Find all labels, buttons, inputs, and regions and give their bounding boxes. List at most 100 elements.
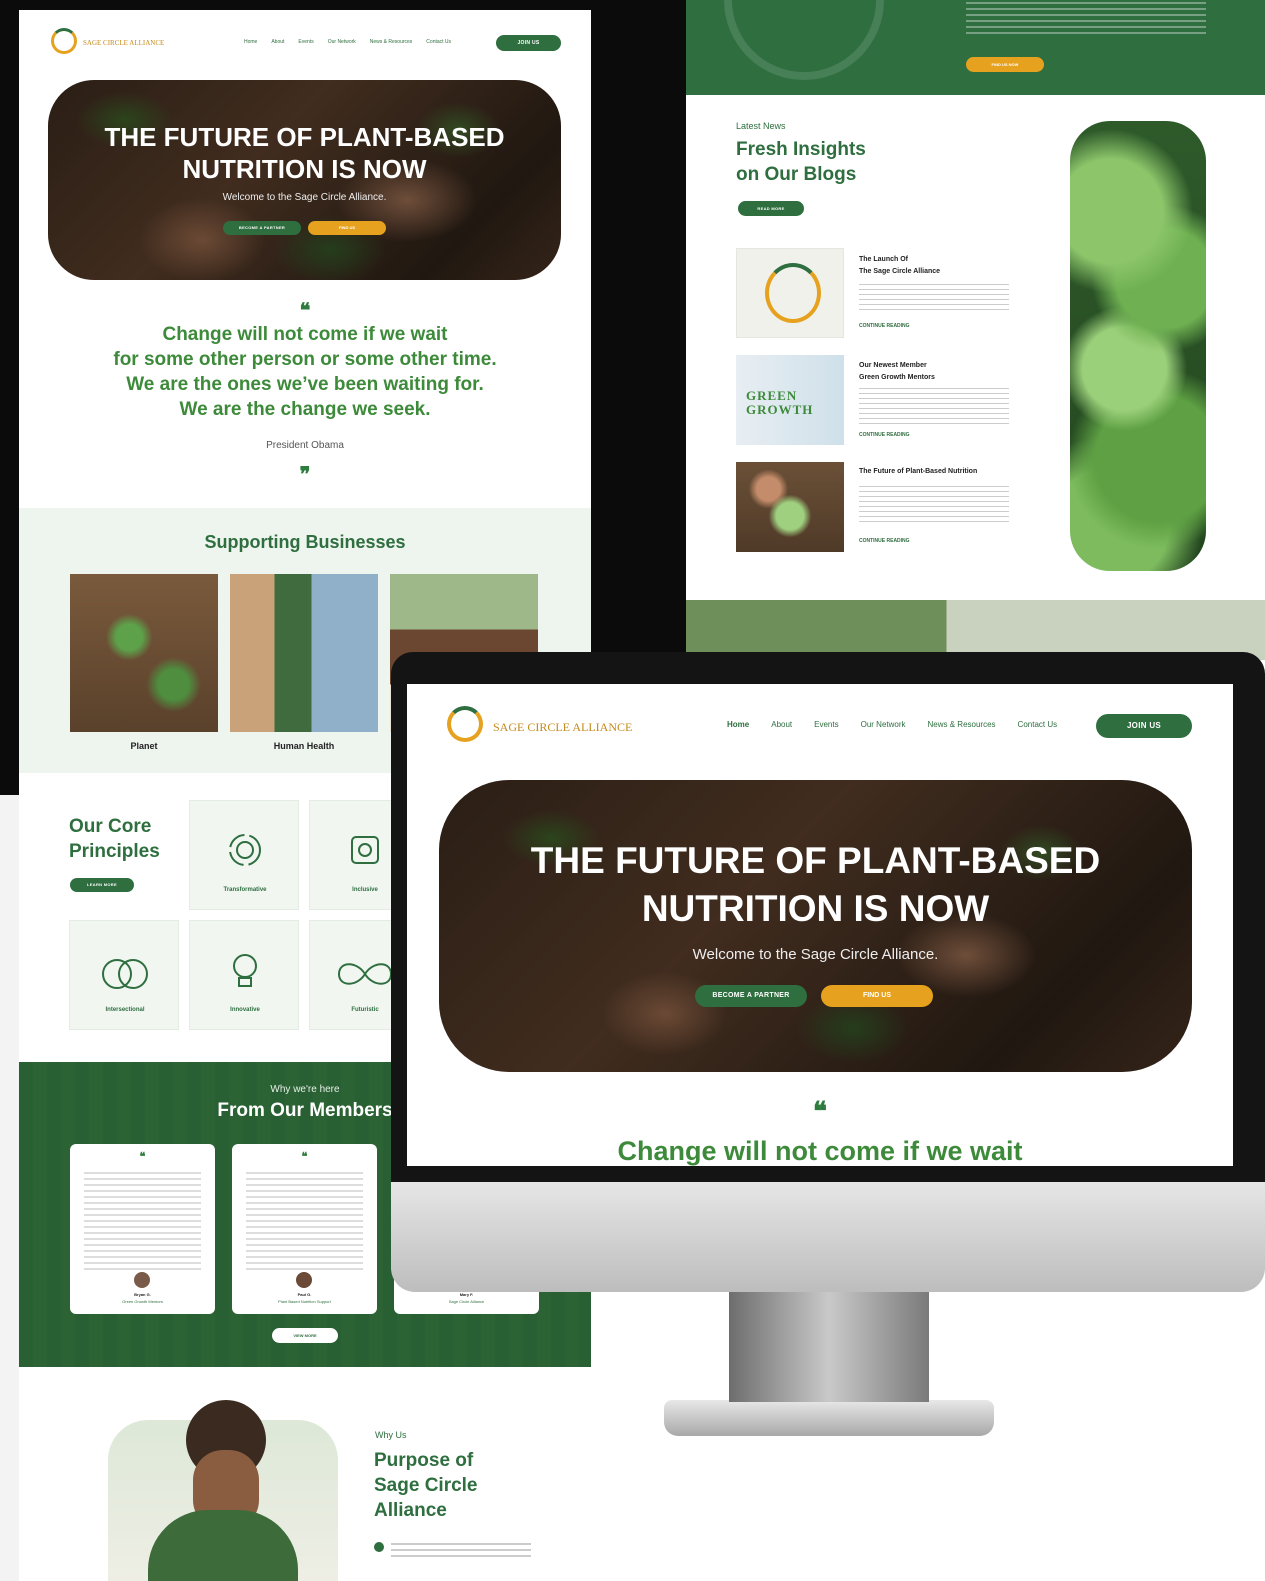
blog-title: Fresh Insights on Our Blogs [736, 137, 866, 187]
left-nav-about[interactable]: About [271, 39, 284, 45]
member-role: Sage Circle Alliance [448, 1299, 485, 1304]
brand-name[interactable]: SAGE CIRCLE ALLIANCE [493, 720, 632, 735]
left-nav-events[interactable]: Events [298, 39, 313, 45]
quote-open-icon: ❝ [813, 1096, 827, 1126]
hero: THE FUTURE OF PLANT-BASED NUTRITION IS N… [439, 780, 1192, 1072]
nav-contact[interactable]: Contact Us [1018, 720, 1058, 729]
nav-about[interactable]: About [771, 720, 792, 729]
post-1-link[interactable]: CONTINUE READING [859, 323, 910, 329]
check-icon [374, 1542, 384, 1552]
green-growth-logo: GREEN GROWTH [746, 388, 814, 417]
left-quote-close-icon: ❞ [299, 464, 311, 486]
monitor-base [664, 1400, 994, 1436]
post-3-link[interactable]: CONTINUE READING [859, 538, 910, 544]
hero-title-1: THE FUTURE OF PLANT-BASED [530, 840, 1101, 881]
monitor-chin [391, 1182, 1265, 1292]
left-quote-line-2: for some other person or some other time… [113, 349, 497, 370]
post-1-excerpt [859, 284, 1009, 314]
blog-read-more-button[interactable]: READ MORE [738, 201, 804, 216]
left-hero-subtitle: Welcome to the Sage Circle Alliance. [222, 192, 387, 203]
find-us-button[interactable]: FIND US [821, 985, 933, 1007]
left-quote-open-icon: ❝ [299, 300, 311, 322]
card-text-placeholder [246, 1172, 363, 1270]
member-card: ❝ Bryan G. Green Growth Mentors [70, 1144, 215, 1314]
quote-icon: ❝ [301, 1151, 308, 1163]
principle-transformative: Transformative [189, 800, 299, 910]
backdrop-light [0, 795, 20, 1581]
why-us-title-3: Alliance [374, 1500, 447, 1521]
join-button[interactable]: JOIN US [1096, 714, 1192, 738]
left-find-button[interactable]: FIND US [308, 221, 386, 235]
why-us-text-placeholder [391, 1543, 531, 1561]
principle-label: Innovative [230, 1007, 260, 1013]
become-partner-button[interactable]: BECOME A PARTNER [695, 985, 807, 1007]
post-1-title: The Launch Of The Sage Circle Alliance [859, 254, 940, 278]
top-text-placeholder [966, 2, 1206, 38]
left-hero: THE FUTURE OF PLANT-BASED NUTRITION IS N… [48, 80, 561, 280]
left-logo-icon[interactable] [51, 28, 77, 54]
monitor: SAGE CIRCLE ALLIANCE Home About Events O… [391, 652, 1265, 1432]
lightbulb-icon [233, 954, 257, 987]
why-us-title-2: Sage Circle [374, 1475, 478, 1496]
gear-cycle-icon [229, 834, 261, 866]
left-nav-news[interactable]: News & Resources [370, 39, 413, 45]
left-nav-contact[interactable]: Contact Us [426, 39, 451, 45]
left-quote-line-4: We are the change we seek. [179, 399, 431, 420]
left-quote-line-1: Change will not come if we wait [162, 324, 448, 345]
monitor-screen: SAGE CIRCLE ALLIANCE Home About Events O… [407, 684, 1233, 1166]
principles-learn-more-button[interactable]: LEARN MORE [70, 878, 134, 892]
blog-eyebrow: Latest News [736, 121, 786, 131]
right-top-band: FIND US NOW [686, 0, 1265, 95]
hero-title-2: NUTRITION IS NOW [641, 888, 990, 929]
principle-innovative: Innovative [189, 920, 299, 1030]
left-brand-name[interactable]: SAGE CIRCLE ALLIANCE [83, 39, 164, 47]
blog-title-2: on Our Blogs [736, 164, 857, 185]
planet-label: Planet [130, 741, 158, 751]
hero-subtitle: Welcome to the Sage Circle Alliance. [692, 946, 939, 963]
overlapping-circles-icon [102, 959, 148, 989]
nav-events[interactable]: Events [814, 720, 838, 729]
post-2-link[interactable]: CONTINUE READING [859, 432, 910, 438]
monitor-neck-lower [729, 1292, 929, 1402]
principles-title-1: Our Core [69, 816, 152, 837]
member-role: Plant Based Nutrition Support [278, 1299, 331, 1304]
card-text-placeholder [84, 1172, 201, 1270]
principle-intersectional: Intersectional [69, 920, 179, 1030]
post-2-excerpt [859, 388, 1009, 424]
post-2-image: GREEN GROWTH [736, 355, 844, 445]
planet-image [70, 574, 218, 732]
left-nav: Home About Events Our Network News & Res… [244, 39, 451, 45]
post-3-image [736, 462, 844, 552]
supporting-title: Supporting Businesses [204, 532, 406, 552]
members-view-more-button[interactable]: VIEW MORE [272, 1328, 338, 1343]
why-us-title-1: Purpose of [374, 1450, 474, 1471]
post-3-excerpt [859, 486, 1009, 522]
find-us-now-button[interactable]: FIND US NOW [966, 57, 1044, 72]
post-2-title: Our Newest Member Green Growth Mentors [859, 360, 935, 384]
main-nav: Home About Events Our Network News & Res… [727, 720, 1057, 729]
member-card: ❝ Paul G. Plant Based Nutrition Support [232, 1144, 377, 1314]
cabbage-image [1070, 121, 1206, 571]
why-us-image [108, 1400, 338, 1581]
logo-icon[interactable] [447, 706, 483, 742]
quote-icon: ❝ [139, 1151, 146, 1163]
nav-news[interactable]: News & Resources [928, 720, 996, 729]
member-name: Paul G. [297, 1292, 312, 1297]
left-hero-title-2: NUTRITION IS NOW [182, 154, 427, 184]
member-role: Green Growth Mentors [122, 1299, 163, 1304]
avatar [134, 1272, 150, 1288]
avatar [296, 1272, 312, 1288]
left-join-button[interactable]: JOIN US [496, 35, 561, 51]
left-nav-home[interactable]: Home [244, 39, 257, 45]
nav-home[interactable]: Home [727, 720, 749, 729]
principle-label: Intersectional [105, 1007, 145, 1013]
left-quote: Change will not come if we wait for some… [19, 322, 591, 422]
principle-label: Transformative [223, 887, 267, 893]
right-bottom-strip [686, 600, 1265, 660]
left-partner-button[interactable]: BECOME A PARTNER [223, 221, 301, 235]
blog-title-1: Fresh Insights [736, 139, 866, 160]
nav-network[interactable]: Our Network [861, 720, 906, 729]
left-quote-line-3: We are the ones we’ve been waiting for. [126, 374, 484, 395]
principles-title-2: Principles [69, 841, 160, 862]
left-nav-network[interactable]: Our Network [328, 39, 356, 45]
